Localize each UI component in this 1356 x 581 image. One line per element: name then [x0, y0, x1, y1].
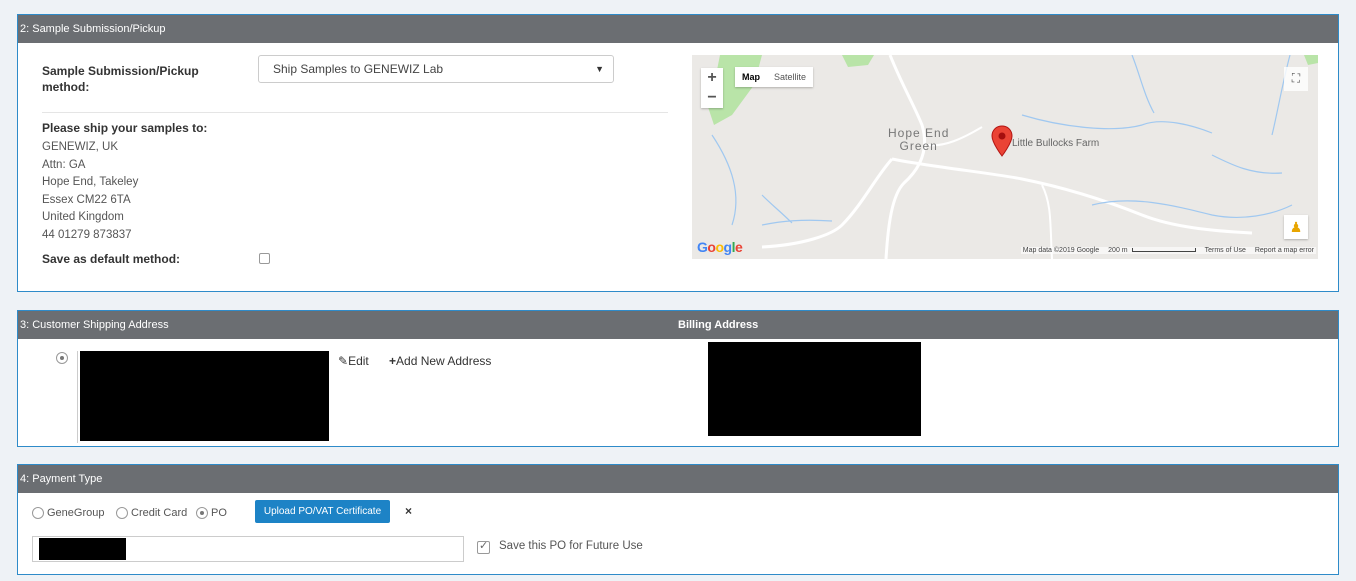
section-header: 2: Sample Submission/Pickup [18, 15, 1338, 43]
map-type-map-button[interactable]: Map [735, 67, 767, 87]
zoom-control: + − [701, 68, 723, 108]
report-error-link[interactable]: Report a map error [1255, 247, 1314, 254]
section-title: 4: Payment Type [20, 473, 103, 485]
address-line: United Kingdom [42, 211, 124, 223]
map-type-control: Map Satellite [735, 67, 814, 87]
method-label: Sample Submission/Pickup method: [42, 64, 199, 94]
map-scale-text: 200 m [1108, 247, 1128, 254]
close-icon[interactable]: × [405, 504, 412, 518]
payment-genegroup-radio[interactable] [32, 507, 44, 519]
billing-title: Billing Address [678, 319, 759, 331]
plus-icon: + [389, 354, 397, 368]
add-address-link[interactable]: +Add New Address [389, 354, 491, 368]
payment-credit-card-label: Credit Card [131, 507, 188, 519]
redacted-po-number [39, 538, 126, 560]
section-title: 2: Sample Submission/Pickup [20, 23, 166, 35]
payment-po-radio[interactable] [196, 507, 208, 519]
address-line: Essex CM22 6TA [42, 193, 131, 206]
edit-address-link[interactable]: ✎Edit [338, 354, 369, 368]
map-place-label: Hope End Green [888, 127, 949, 153]
street-view-pegman-icon[interactable]: ♟ [1284, 215, 1308, 239]
map-data-text: Map data ©2019 Google [1022, 247, 1100, 254]
map-marker-icon[interactable] [991, 125, 1013, 157]
scale-bar [1131, 248, 1196, 253]
payment-credit-card-radio[interactable] [116, 507, 128, 519]
payment-type-panel: 4: Payment Type GeneGroup Credit Card PO… [17, 464, 1339, 575]
map-scale: 200 m [1108, 247, 1196, 254]
terms-link[interactable]: Terms of Use [1205, 247, 1246, 254]
map-type-satellite-button[interactable]: Satellite [767, 67, 813, 87]
section-header: 4: Payment Type [18, 465, 1338, 493]
zoom-in-button[interactable]: + [701, 68, 723, 88]
po-number-input[interactable] [32, 536, 464, 562]
sample-submission-panel: 2: Sample Submission/Pickup Sample Submi… [17, 14, 1339, 292]
fullscreen-icon[interactable]: ⛶ [1284, 67, 1308, 91]
map-marker-label: Little Bullocks Farm [1012, 138, 1100, 149]
save-default-label: Save as default method: [42, 252, 181, 266]
address-line: Attn: GA [42, 158, 86, 171]
shipping-address-radio[interactable] [56, 352, 68, 364]
payment-genegroup-label: GeneGroup [47, 507, 105, 519]
method-select[interactable]: Ship Samples to GENEWIZ Lab ▼ [258, 55, 614, 83]
shipping-address-panel: 3: Customer Shipping Address Billing Add… [17, 310, 1339, 447]
section-header: 3: Customer Shipping Address Billing Add… [18, 311, 1338, 339]
save-po-checkbox[interactable] [477, 539, 490, 554]
save-default-checkbox[interactable] [259, 253, 270, 264]
save-po-label: Save this PO for Future Use [499, 540, 643, 552]
address-line: 44 01279 873837 [42, 228, 132, 241]
map-place-line: Green [899, 139, 938, 153]
redacted-billing-address [708, 342, 921, 436]
map-view[interactable]: + − Map Satellite ⛶ Hope End Green Littl… [692, 55, 1318, 259]
address-line: Hope End, Takeley [42, 176, 139, 188]
upload-po-button[interactable]: Upload PO/VAT Certificate [255, 500, 390, 523]
method-selected-value: Ship Samples to GENEWIZ Lab [273, 62, 444, 76]
add-label: Add New Address [396, 354, 492, 368]
google-logo: Google [697, 239, 743, 255]
address-line: GENEWIZ, UK [42, 141, 119, 153]
section-title: 3: Customer Shipping Address [20, 319, 169, 331]
payment-po-label: PO [211, 507, 227, 519]
divider [42, 112, 668, 113]
edit-label: Edit [348, 354, 369, 368]
ship-to-title: Please ship your samples to: [42, 121, 208, 135]
ship-to-address: GENEWIZ, UK Attn: GA Hope End, Takeley E… [42, 139, 138, 244]
redacted-shipping-address [80, 351, 329, 441]
map-attribution: Map data ©2019 Google 200 m Terms of Use… [1020, 247, 1316, 254]
caret-down-icon: ▼ [595, 64, 604, 74]
zoom-out-button[interactable]: − [701, 88, 723, 108]
pencil-icon: ✎ [338, 354, 349, 368]
